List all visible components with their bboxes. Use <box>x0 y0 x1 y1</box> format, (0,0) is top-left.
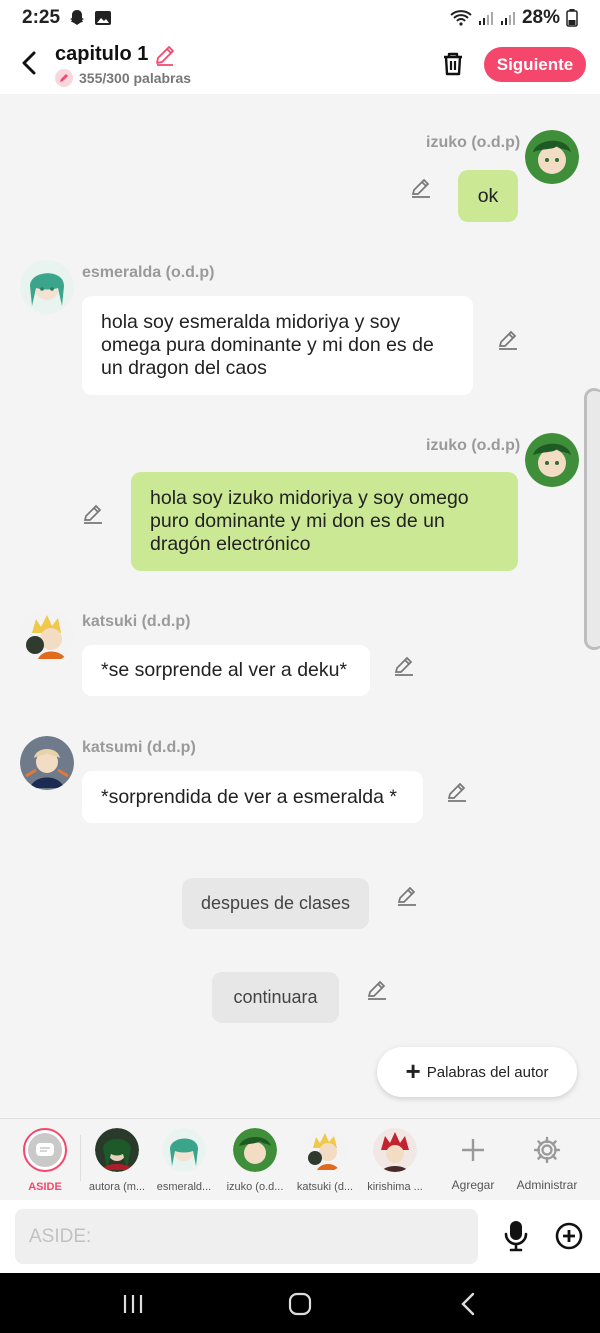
edit-title-icon[interactable] <box>154 44 176 66</box>
message-bubble[interactable]: ok <box>458 170 518 222</box>
title-block: capitulo 1 355/300 palabras <box>55 43 191 87</box>
message-bubble[interactable]: hola soy esmeralda midoriya y soy omega … <box>82 296 473 395</box>
gallery-icon <box>95 11 112 25</box>
edit-message-icon[interactable] <box>497 328 519 350</box>
message-author: izuko (o.d.p) <box>426 437 521 454</box>
word-count-row: 355/300 palabras <box>55 69 191 87</box>
character-label: ASIDE <box>28 1181 62 1193</box>
status-time: 2:25 <box>22 7 61 28</box>
signal-icon-2 <box>500 12 515 25</box>
battery-percent: 28% <box>521 7 560 28</box>
aside-bubble[interactable]: continuara <box>212 972 339 1023</box>
battery-icon <box>566 9 578 27</box>
message-author: katsumi (d.d.p) <box>82 739 196 756</box>
admin-button[interactable]: Administrar <box>510 1128 584 1192</box>
message-input[interactable] <box>15 1209 478 1264</box>
message-author: esmeralda (o.d.p) <box>82 264 215 281</box>
input-bar <box>0 1200 600 1273</box>
character-label: autora (m... <box>88 1181 146 1193</box>
character-kirishima[interactable]: kirishima ... <box>362 1128 428 1193</box>
plus-icon: + <box>405 1056 421 1086</box>
edit-message-icon[interactable] <box>446 780 468 802</box>
back-button[interactable] <box>14 48 44 78</box>
character-aside[interactable]: ASIDE <box>12 1128 78 1193</box>
avatar-izuko[interactable] <box>525 433 579 487</box>
message-bubble[interactable]: hola soy izuko midoriya y soy omego puro… <box>131 472 518 571</box>
pencil-icon <box>55 69 73 87</box>
character-izuko[interactable]: izuko (o.d... <box>222 1128 288 1193</box>
word-count: 355/300 palabras <box>79 70 192 86</box>
add-label: Agregar <box>451 1178 495 1192</box>
status-bar: 2:25 28% <box>0 0 600 36</box>
next-button[interactable]: Siguiente <box>484 47 586 82</box>
character-avatar <box>303 1128 347 1172</box>
message-bubble[interactable]: *sorprendida de ver a esmeralda * <box>82 771 423 823</box>
microphone-icon[interactable] <box>503 1220 529 1252</box>
trash-icon[interactable] <box>440 49 466 77</box>
add-circle-icon[interactable] <box>555 1222 583 1250</box>
edit-message-icon[interactable] <box>410 176 432 198</box>
signal-icon <box>478 12 493 25</box>
character-avatar <box>95 1128 139 1172</box>
edit-aside-icon[interactable] <box>366 978 388 1000</box>
character-esmeralda[interactable]: esmerald... <box>151 1128 217 1193</box>
avatar-katsumi[interactable] <box>20 736 74 790</box>
add-icon <box>451 1128 495 1172</box>
home-icon[interactable] <box>287 1291 313 1317</box>
character-label: kirishima ... <box>367 1181 423 1193</box>
message-author: izuko (o.d.p) <box>426 134 521 151</box>
character-avatar <box>373 1128 417 1172</box>
author-words-button[interactable]: + Palabras del autor <box>377 1047 577 1097</box>
message-bubble[interactable]: *se sorprende al ver a deku* <box>82 645 370 696</box>
message-author: katsuki (d.d.p) <box>82 613 191 630</box>
character-label: esmerald... <box>156 1181 212 1193</box>
scroll-handle[interactable] <box>584 388 600 650</box>
avatar-katsuki[interactable] <box>20 609 74 663</box>
back-nav-icon[interactable] <box>456 1291 482 1317</box>
chapter-title: capitulo 1 <box>55 43 149 65</box>
aside-avatar <box>23 1128 67 1172</box>
chat-area: izuko (o.d.p) ok esmeralda (o.d.p) hola … <box>0 94 600 1118</box>
header: capitulo 1 355/300 palabras Siguiente <box>0 36 600 94</box>
system-nav-bar <box>0 1273 600 1333</box>
author-words-label: Palabras del autor <box>426 1063 549 1081</box>
wifi-icon <box>450 10 472 26</box>
recent-apps-icon[interactable] <box>120 1291 146 1317</box>
back-arrow-icon <box>22 51 36 75</box>
avatar-esmeralda[interactable] <box>20 260 74 314</box>
snapchat-icon <box>70 10 85 25</box>
admin-label: Administrar <box>516 1178 578 1192</box>
chat-bubble-icon <box>36 1143 54 1156</box>
character-bar: ASIDE autora (m... esmerald... izuko (o.… <box>0 1118 600 1200</box>
gear-icon <box>525 1128 569 1172</box>
avatar-izuko[interactable] <box>525 130 579 184</box>
chapter-title-row[interactable]: capitulo 1 <box>55 43 191 66</box>
character-katsuki[interactable]: katsuki (d... <box>292 1128 358 1193</box>
edit-message-icon[interactable] <box>393 654 415 676</box>
character-avatar <box>233 1128 277 1172</box>
aside-bubble[interactable]: despues de clases <box>182 878 369 929</box>
divider <box>80 1135 81 1181</box>
character-label: katsuki (d... <box>296 1181 354 1193</box>
edit-aside-icon[interactable] <box>396 884 418 906</box>
add-character-button[interactable]: Agregar <box>440 1128 506 1192</box>
character-autora[interactable]: autora (m... <box>84 1128 150 1193</box>
character-avatar <box>162 1128 206 1172</box>
character-label: izuko (o.d... <box>226 1181 284 1193</box>
edit-message-icon[interactable] <box>82 502 104 524</box>
